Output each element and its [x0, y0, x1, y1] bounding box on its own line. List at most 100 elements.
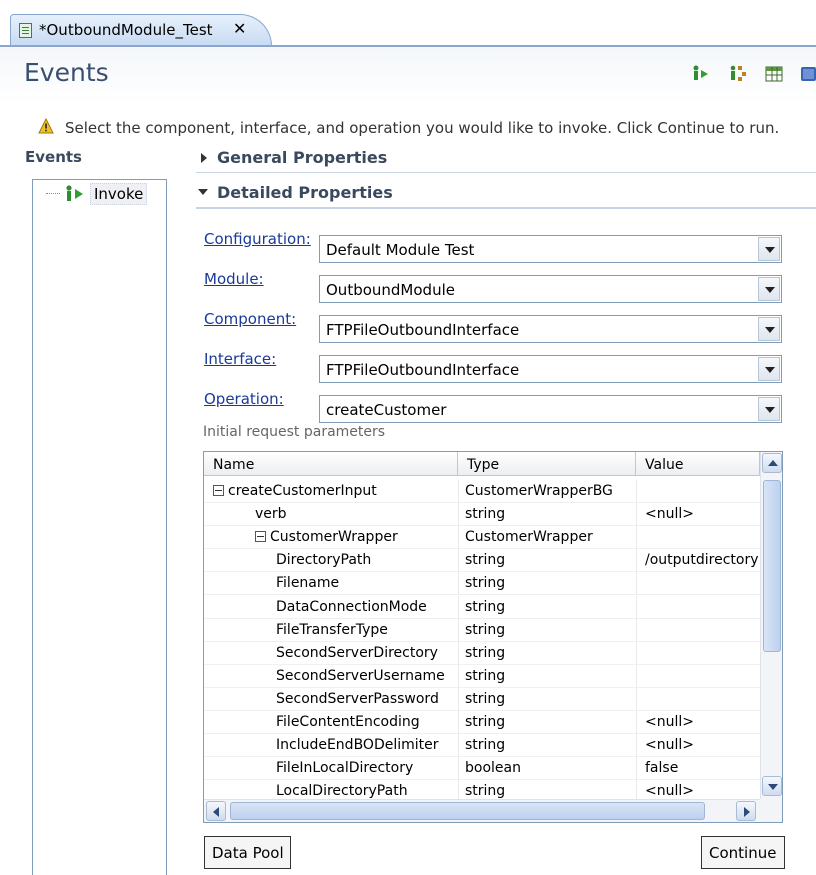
- interface-select[interactable]: FTPFileOutboundInterface: [319, 355, 782, 383]
- vertical-scroll-thumb[interactable]: [763, 480, 781, 652]
- param-value-cell[interactable]: [636, 595, 760, 619]
- editor-tab[interactable]: *OutboundModule_Test ✕: [10, 14, 272, 46]
- param-type-cell: string: [458, 618, 636, 642]
- param-value-cell[interactable]: false: [636, 757, 760, 781]
- param-name-cell: FileTransferType: [204, 619, 458, 642]
- events-tree: [32, 179, 167, 875]
- invoke-icon[interactable]: [690, 64, 710, 84]
- operation-label[interactable]: Operation:: [204, 390, 284, 408]
- param-value-cell[interactable]: <null>: [636, 734, 760, 758]
- scroll-left-button[interactable]: [206, 801, 226, 821]
- param-name: IncludeEndBODelimiter: [276, 737, 439, 754]
- scrollbar-corner: [760, 799, 782, 822]
- table-row[interactable]: SecondServerPassword string: [204, 687, 760, 711]
- param-value-cell[interactable]: [636, 572, 760, 596]
- dropdown-arrow-icon[interactable]: [758, 357, 780, 381]
- param-value-cell[interactable]: [636, 641, 760, 665]
- param-name-cell: CustomerWrapper: [204, 526, 458, 550]
- test-file-icon: [19, 23, 32, 38]
- param-value-cell[interactable]: [636, 480, 760, 503]
- param-name-cell: SecondServerUsername: [204, 665, 458, 688]
- column-header-value[interactable]: Value: [636, 452, 760, 476]
- table-row[interactable]: SecondServerUsername string: [204, 664, 760, 688]
- param-name-cell: SecondServerDirectory: [204, 642, 458, 665]
- table-row[interactable]: IncludeEndBODelimiter string <null>: [204, 734, 760, 758]
- scroll-right-button[interactable]: [736, 801, 756, 821]
- param-name-cell: DirectoryPath: [204, 549, 458, 573]
- configuration-select[interactable]: Default Module Test: [319, 235, 782, 263]
- param-value-cell[interactable]: [636, 664, 760, 688]
- table-row[interactable]: CustomerWrapper CustomerWrapper: [204, 526, 760, 550]
- arrow-down-icon: [768, 784, 778, 790]
- horizontal-scroll-thumb[interactable]: [230, 802, 705, 820]
- param-value-cell[interactable]: [636, 687, 760, 711]
- table-row[interactable]: FileTransferType string: [204, 618, 760, 642]
- scroll-up-button[interactable]: [762, 453, 782, 473]
- dropdown-arrow-icon[interactable]: [758, 397, 780, 421]
- table-icon[interactable]: [764, 64, 784, 84]
- dropdown-arrow-icon[interactable]: [758, 237, 780, 261]
- table-row[interactable]: DataConnectionMode string: [204, 595, 760, 619]
- continue-button[interactable]: Continue: [701, 836, 785, 869]
- invoke-event-icon: [66, 185, 83, 201]
- scroll-down-button[interactable]: [762, 776, 782, 796]
- arrow-up-icon: [768, 460, 778, 466]
- param-value-cell[interactable]: [636, 618, 760, 642]
- param-type-cell: string: [458, 549, 636, 573]
- param-value-cell[interactable]: /outputdirectory: [636, 549, 760, 573]
- column-header-name[interactable]: Name: [204, 452, 458, 476]
- tree-connector: [46, 193, 60, 194]
- column-header-type[interactable]: Type: [458, 452, 636, 476]
- module-label[interactable]: Module:: [204, 270, 264, 288]
- param-name: FileTransferType: [276, 621, 388, 638]
- close-icon[interactable]: ✕: [233, 19, 246, 38]
- param-name-cell: FileContentEncoding: [204, 711, 458, 734]
- component-select[interactable]: FTPFileOutboundInterface: [319, 315, 782, 343]
- events-label: Events: [25, 148, 82, 166]
- attach-icon[interactable]: [728, 64, 748, 84]
- configuration-label[interactable]: Configuration:: [204, 230, 311, 248]
- table-row[interactable]: DirectoryPath string/outputdirectory: [204, 549, 760, 573]
- table-row[interactable]: verb string <null>: [204, 503, 760, 527]
- operation-select[interactable]: createCustomer: [319, 395, 782, 423]
- table-row[interactable]: Filename string: [204, 572, 760, 596]
- table-row[interactable]: FileContentEncoding string <null>: [204, 711, 760, 734]
- minimize-icon[interactable]: [799, 64, 816, 84]
- arrow-left-icon: [213, 807, 219, 817]
- dropdown-arrow-icon[interactable]: [758, 277, 780, 301]
- operation-value: createCustomer: [326, 401, 447, 419]
- vertical-scrollbar[interactable]: [760, 452, 782, 799]
- param-type-cell: string: [458, 641, 636, 665]
- table-row[interactable]: FileInLocalDirectory boolean false: [204, 757, 760, 781]
- param-value-cell[interactable]: <null>: [636, 503, 760, 527]
- param-type-cell: string: [458, 687, 636, 711]
- param-name-cell: FileInLocalDirectory: [204, 757, 458, 781]
- param-name: SecondServerPassword: [276, 690, 439, 707]
- param-value-cell[interactable]: [636, 526, 760, 550]
- detailed-properties-header[interactable]: Detailed Properties: [217, 183, 393, 202]
- param-name: FileContentEncoding: [276, 714, 420, 730]
- general-properties-header[interactable]: General Properties: [217, 148, 387, 167]
- param-name: SecondServerUsername: [276, 667, 445, 684]
- chevron-down-icon[interactable]: [198, 189, 208, 195]
- collapse-icon[interactable]: [213, 485, 224, 496]
- param-name-cell: IncludeEndBODelimiter: [204, 734, 458, 758]
- tree-item-invoke[interactable]: Invoke: [90, 183, 148, 205]
- data-pool-button[interactable]: Data Pool: [204, 836, 291, 869]
- dropdown-arrow-icon[interactable]: [758, 317, 780, 341]
- param-name: LocalDirectoryPath: [276, 783, 408, 800]
- component-label[interactable]: Component:: [204, 310, 296, 328]
- param-type-cell: string: [458, 734, 636, 758]
- param-name: DataConnectionMode: [276, 598, 427, 615]
- table-row[interactable]: SecondServerDirectory string: [204, 641, 760, 665]
- param-value-cell[interactable]: <null>: [636, 711, 760, 734]
- interface-label[interactable]: Interface:: [204, 350, 276, 368]
- module-select[interactable]: OutboundModule: [319, 275, 782, 303]
- chevron-right-icon[interactable]: [201, 153, 207, 163]
- horizontal-scrollbar[interactable]: [204, 799, 760, 822]
- collapse-icon[interactable]: [255, 531, 266, 543]
- parameters-table[interactable]: Name Type Value createCustomerInput Custo…: [203, 451, 783, 823]
- param-name-cell: verb: [204, 503, 458, 527]
- table-row[interactable]: createCustomerInput CustomerWrapperBG: [204, 480, 760, 503]
- param-type-cell: CustomerWrapperBG: [458, 480, 636, 503]
